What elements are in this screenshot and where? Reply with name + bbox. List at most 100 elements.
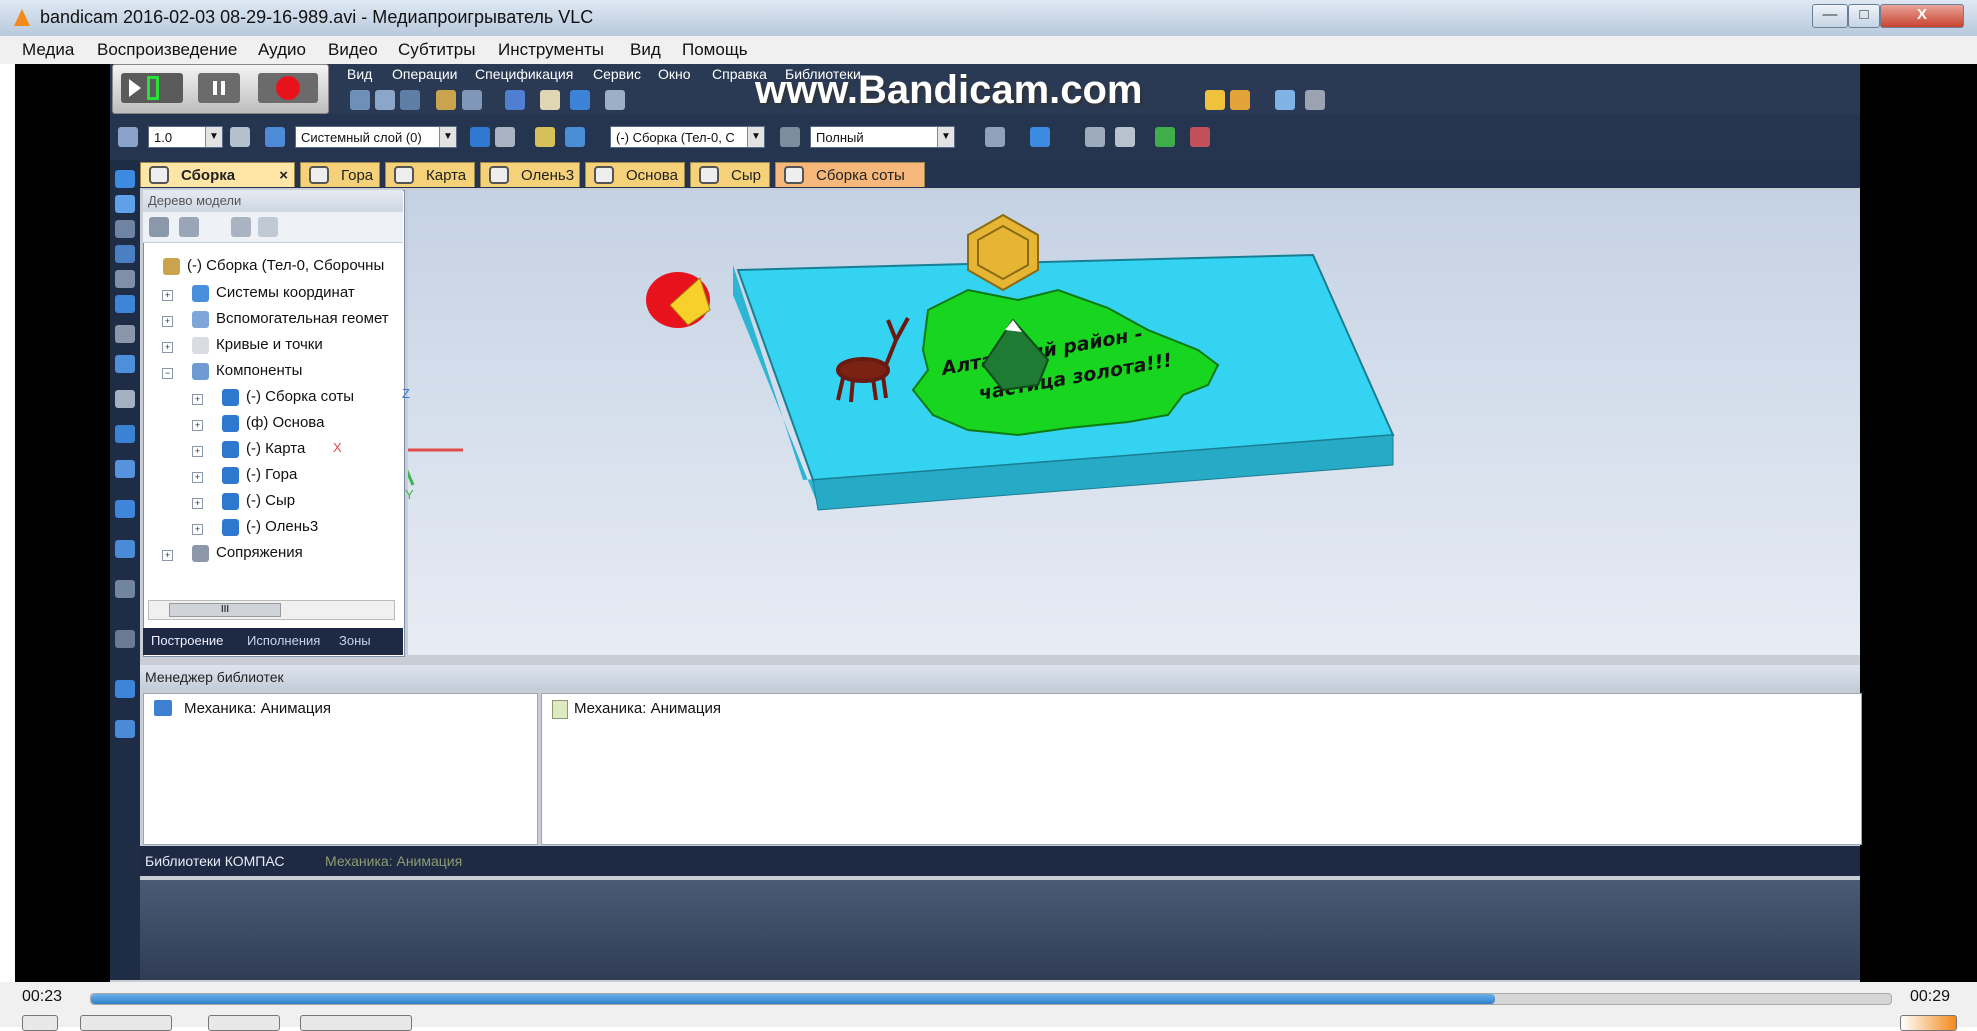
scroll-thumb[interactable]: III [169, 603, 281, 617]
tool-icon[interactable] [115, 720, 135, 738]
tool-icon[interactable] [505, 90, 525, 110]
menu-view[interactable]: Вид [630, 40, 661, 60]
expand-icon[interactable]: + [192, 524, 203, 535]
tool-icon[interactable] [535, 127, 555, 147]
kmenu-operations[interactable]: Операции [392, 66, 458, 82]
tab-mountain[interactable]: Гора [300, 162, 380, 187]
tool-icon[interactable] [470, 127, 490, 147]
play-record-icon[interactable] [121, 73, 183, 103]
tree-node-coordinate-systems[interactable]: Системы координат [192, 284, 355, 302]
tab-map[interactable]: Карта [385, 162, 475, 187]
expand-icon[interactable]: + [192, 420, 203, 431]
tool-icon[interactable] [780, 127, 800, 147]
menu-tools[interactable]: Инструменты [498, 40, 604, 60]
expand-icon[interactable]: + [162, 342, 173, 353]
tree-node-map[interactable]: (-) Карта [222, 440, 305, 458]
tool-icon[interactable] [115, 355, 135, 373]
tree-node-aux-geometry[interactable]: Вспомогательная геомет [192, 310, 389, 328]
tab-honeycomb-assembly[interactable]: Сборка соты [775, 162, 925, 187]
menu-media[interactable]: Медиа [22, 40, 74, 60]
tool-icon[interactable] [115, 580, 135, 598]
volume-slider[interactable] [1900, 1015, 1957, 1031]
minimize-button[interactable]: — [1812, 4, 1848, 28]
tab-mechanics-animation[interactable]: Механика: Анимация [325, 853, 462, 869]
view-mode-combo[interactable]: Полный ▼ [810, 126, 955, 148]
tool-icon[interactable] [115, 460, 135, 478]
tool-icon[interactable] [570, 90, 590, 110]
tab-kompas-libraries[interactable]: Библиотеки КОМПАС [145, 853, 285, 869]
kmenu-specification[interactable]: Спецификация [475, 66, 573, 82]
playlist-buttons[interactable] [300, 1015, 412, 1031]
tree-node-cheese[interactable]: (-) Сыр [222, 492, 295, 510]
tree-option-icon[interactable] [258, 217, 278, 237]
tool-icon[interactable] [495, 127, 515, 147]
tool-icon[interactable] [350, 90, 370, 110]
tool-icon[interactable] [115, 500, 135, 518]
tool-icon[interactable] [462, 90, 482, 110]
tree-node-root[interactable]: (-) Сборка (Тел-0, Сборочны [163, 257, 384, 275]
menu-subtitles[interactable]: Субтитры [398, 40, 475, 60]
tool-icon[interactable] [400, 90, 420, 110]
expand-icon[interactable]: + [162, 290, 173, 301]
close-button[interactable]: X [1880, 4, 1964, 28]
tool-icon[interactable] [1085, 127, 1105, 147]
expand-icon[interactable]: + [192, 446, 203, 457]
maximize-button[interactable]: □ [1848, 4, 1880, 28]
tool-icon[interactable] [540, 90, 560, 110]
tab-deer[interactable]: Олень3 [480, 162, 580, 187]
tab-build[interactable]: Построение [151, 633, 223, 648]
expand-icon[interactable]: + [162, 550, 173, 561]
tree-node-honeycomb[interactable]: (-) Сборка соты [222, 388, 354, 406]
tool-icon[interactable] [115, 425, 135, 443]
menu-video[interactable]: Видео [328, 40, 378, 60]
expand-icon[interactable]: + [192, 472, 203, 483]
menu-audio[interactable]: Аудио [258, 40, 306, 60]
tool-icon[interactable] [115, 220, 135, 238]
close-tab-icon[interactable]: × [279, 163, 288, 188]
tool-icon[interactable] [118, 127, 138, 147]
tree-node-deer[interactable]: (-) Олень3 [222, 518, 318, 536]
tree-node-components[interactable]: Компоненты [192, 362, 302, 380]
tree-node-mountain[interactable]: (-) Гора [222, 466, 297, 484]
collapse-icon[interactable]: − [162, 368, 173, 379]
tree-node-curves-points[interactable]: Кривые и точки [192, 336, 323, 354]
tool-icon[interactable] [115, 245, 135, 263]
view-buttons[interactable] [208, 1015, 280, 1031]
tree-view-icon[interactable] [179, 217, 199, 237]
assembly-combo[interactable]: (-) Сборка (Тел-0, С ▼ [610, 126, 765, 148]
expand-icon[interactable]: + [162, 316, 173, 327]
tool-icon[interactable] [1205, 90, 1225, 110]
menu-playback[interactable]: Воспроизведение [97, 40, 237, 60]
library-item-left[interactable]: Механика: Анимация [184, 700, 331, 717]
tool-icon[interactable] [1190, 127, 1210, 147]
tree-mode-icon[interactable] [149, 217, 169, 237]
tool-icon[interactable] [1275, 90, 1295, 110]
tab-assembly[interactable]: Сборка × [140, 162, 295, 187]
tool-icon[interactable] [115, 325, 135, 343]
tool-icon[interactable] [1155, 127, 1175, 147]
tool-icon[interactable] [1030, 127, 1050, 147]
tree-node-mates[interactable]: Сопряжения [192, 544, 303, 562]
tool-icon[interactable] [605, 90, 625, 110]
3d-viewport[interactable]: Алтайский район - частица золота!!! X Y … [333, 190, 1860, 655]
kmenu-window[interactable]: Окно [658, 66, 691, 82]
layer-combo[interactable]: Системный слой (0) ▼ [295, 126, 457, 148]
tool-icon[interactable] [375, 90, 395, 110]
seek-bar[interactable] [90, 993, 1892, 1005]
tool-icon[interactable] [115, 540, 135, 558]
pause-icon[interactable] [198, 73, 240, 103]
tab-executions[interactable]: Исполнения [247, 633, 320, 648]
layer-icon[interactable] [265, 127, 285, 147]
expand-icon[interactable]: + [192, 394, 203, 405]
tab-zones[interactable]: Зоны [339, 633, 371, 648]
tree-horizontal-scrollbar[interactable]: III [148, 600, 395, 620]
tree-option-icon[interactable] [231, 217, 251, 237]
transport-buttons[interactable] [80, 1015, 172, 1031]
expand-icon[interactable]: + [192, 498, 203, 509]
record-icon[interactable] [258, 73, 318, 103]
tool-icon[interactable] [115, 270, 135, 288]
tool-icon[interactable] [1115, 127, 1135, 147]
tool-icon[interactable] [115, 295, 135, 313]
tool-icon[interactable] [1305, 90, 1325, 110]
tool-icon[interactable] [115, 680, 135, 698]
